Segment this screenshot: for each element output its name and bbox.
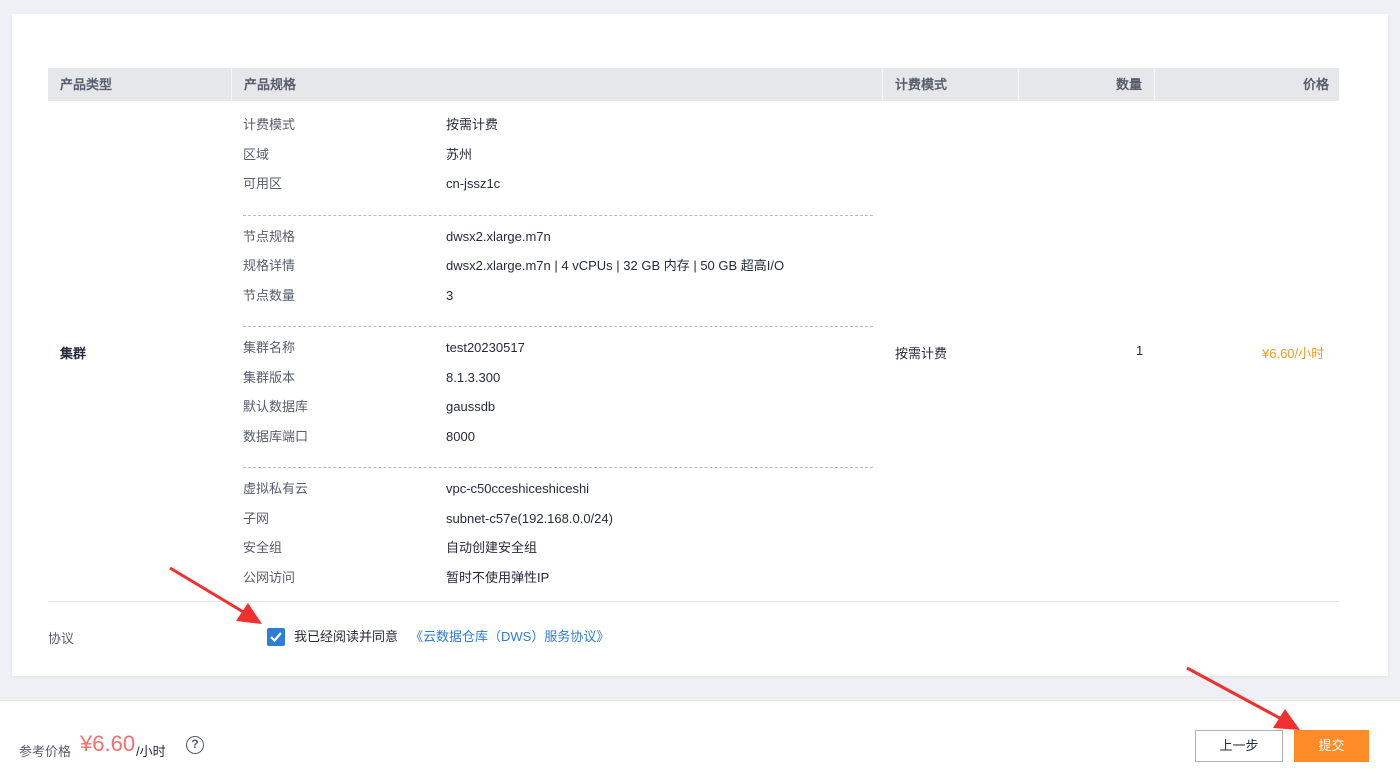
spec-key: 可用区 [243,176,283,191]
agreement-checkbox[interactable] [267,628,285,646]
spec-key: 集群名称 [243,340,296,355]
spec-value: 苏州 [446,146,473,162]
spec-key: 节点数量 [243,287,296,303]
table-header: 产品类型 产品规格 计费模式 数量 价格 [48,68,1339,101]
spec-value: 8000 [446,428,475,444]
spec-row: 区域 苏州 [243,145,873,175]
spec-key: 公网访问 [243,569,296,585]
spec-value: subnet-c57e(192.168.0.0/24) [446,510,613,526]
reference-price-label: 参考价格 [19,744,72,759]
spec-group-node: 节点规格 dwsx2.xlarge.m7n 规格详情 dwsx2.xlarge.m7… [243,227,873,316]
spec-row: 子网 subnet-c57e(192.168.0.0/24) [243,509,873,539]
spec-value: 暂时不使用弹性IP [446,569,550,585]
spec-key: 数据库端口 [243,428,309,444]
footer-bar: 参考价格 ¥6.60 /小时 ? 上一步 提交 [0,700,1400,774]
quantity-value: 1 [1136,343,1144,358]
spec-value: 8.1.3.300 [446,369,501,385]
spec-key: 计费模式 [243,117,296,132]
check-icon [270,632,282,643]
spec-row: 计费模式 按需计费 [243,115,873,145]
submit-button[interactable]: 提交 [1294,730,1369,762]
question-circle-icon[interactable]: ? [186,736,204,754]
spec-group-billing: 计费模式 按需计费 区域 苏州 可用区 cn-jssz1c [243,115,873,204]
previous-step-button[interactable]: 上一步 [1195,730,1283,762]
spec-row: 可用区 cn-jssz1c [243,174,873,204]
header-product-type: 产品类型 [48,68,232,101]
spec-row: 节点数量 3 [243,286,873,316]
agreement-label: 协议 [48,631,75,646]
spec-group-cluster: 集群名称 test20230517 集群版本 8.1.3.300 默认数据库 gaus… [243,338,873,456]
spec-row: 虚拟私有云 vpc-c50cceshiceshiceshi [243,479,873,509]
spec-key: 虚拟私有云 [243,481,309,496]
spec-value: 按需计费 [446,117,499,132]
spec-key: 子网 [243,510,270,526]
spec-key: 区域 [243,146,270,162]
header-price: 价格 [1302,77,1329,92]
header-product-spec: 产品规格 [232,68,883,101]
spec-value: 3 [446,287,454,303]
group-divider [243,214,873,216]
spec-value: 自动创建安全组 [446,540,538,555]
spec-row: 集群版本 8.1.3.300 [243,368,873,398]
spec-row: 安全组 自动创建安全组 [243,538,873,568]
spec-value: test20230517 [446,340,525,355]
spec-row: 数据库端口 8000 [243,427,873,457]
spec-list: 计费模式 按需计费 区域 苏州 可用区 cn-jssz1c 节点规格 dwsx2.xla… [243,115,873,597]
spec-key: 规格详情 [243,258,296,273]
spec-key: 集群版本 [243,369,296,385]
spec-group-network: 虚拟私有云 vpc-c50cceshiceshiceshi 子网 subnet-c5… [243,479,873,597]
spec-value: gaussdb [446,399,496,414]
spec-value: vpc-c50cceshiceshiceshi [446,481,590,496]
spec-value: dwsx2.xlarge.m7n [446,228,551,244]
agreement-text: 我已经阅读并同意 [294,629,399,644]
header-quantity: 数量 [1019,68,1155,101]
header-billing-mode: 计费模式 [883,68,1019,101]
reference-price-value: ¥6.60 [80,731,136,756]
product-type-value: 集群 [60,346,87,361]
spec-row: 默认数据库 gaussdb [243,397,873,427]
price-value: ¥6.60/小时 [1262,346,1325,361]
spec-key: 默认数据库 [243,399,309,414]
group-divider [243,326,873,327]
table-bottom-divider [48,601,1339,602]
spec-row: 节点规格 dwsx2.xlarge.m7n [243,227,873,257]
order-confirm-card: 产品类型 产品规格 计费模式 数量 价格 集群 计费模式 按需计费 区域 苏州 可用… [12,14,1388,676]
reference-price-unit: /小时 [136,744,166,759]
spec-key: 节点规格 [243,228,296,244]
spec-value: dwsx2.xlarge.m7n | 4 vCPUs | 32 GB 内存 | … [446,258,785,273]
spec-row: 规格详情 dwsx2.xlarge.m7n | 4 vCPUs | 32 GB 内… [243,256,873,286]
billing-mode-value: 按需计费 [895,346,948,361]
agreement-link[interactable]: 《云数据仓库（DWS）服务协议》 [410,626,609,645]
spec-row: 公网访问 暂时不使用弹性IP [243,568,873,598]
spec-value: cn-jssz1c [446,176,501,191]
group-divider [243,467,873,468]
spec-key: 安全组 [243,540,283,555]
spec-row: 集群名称 test20230517 [243,338,873,368]
